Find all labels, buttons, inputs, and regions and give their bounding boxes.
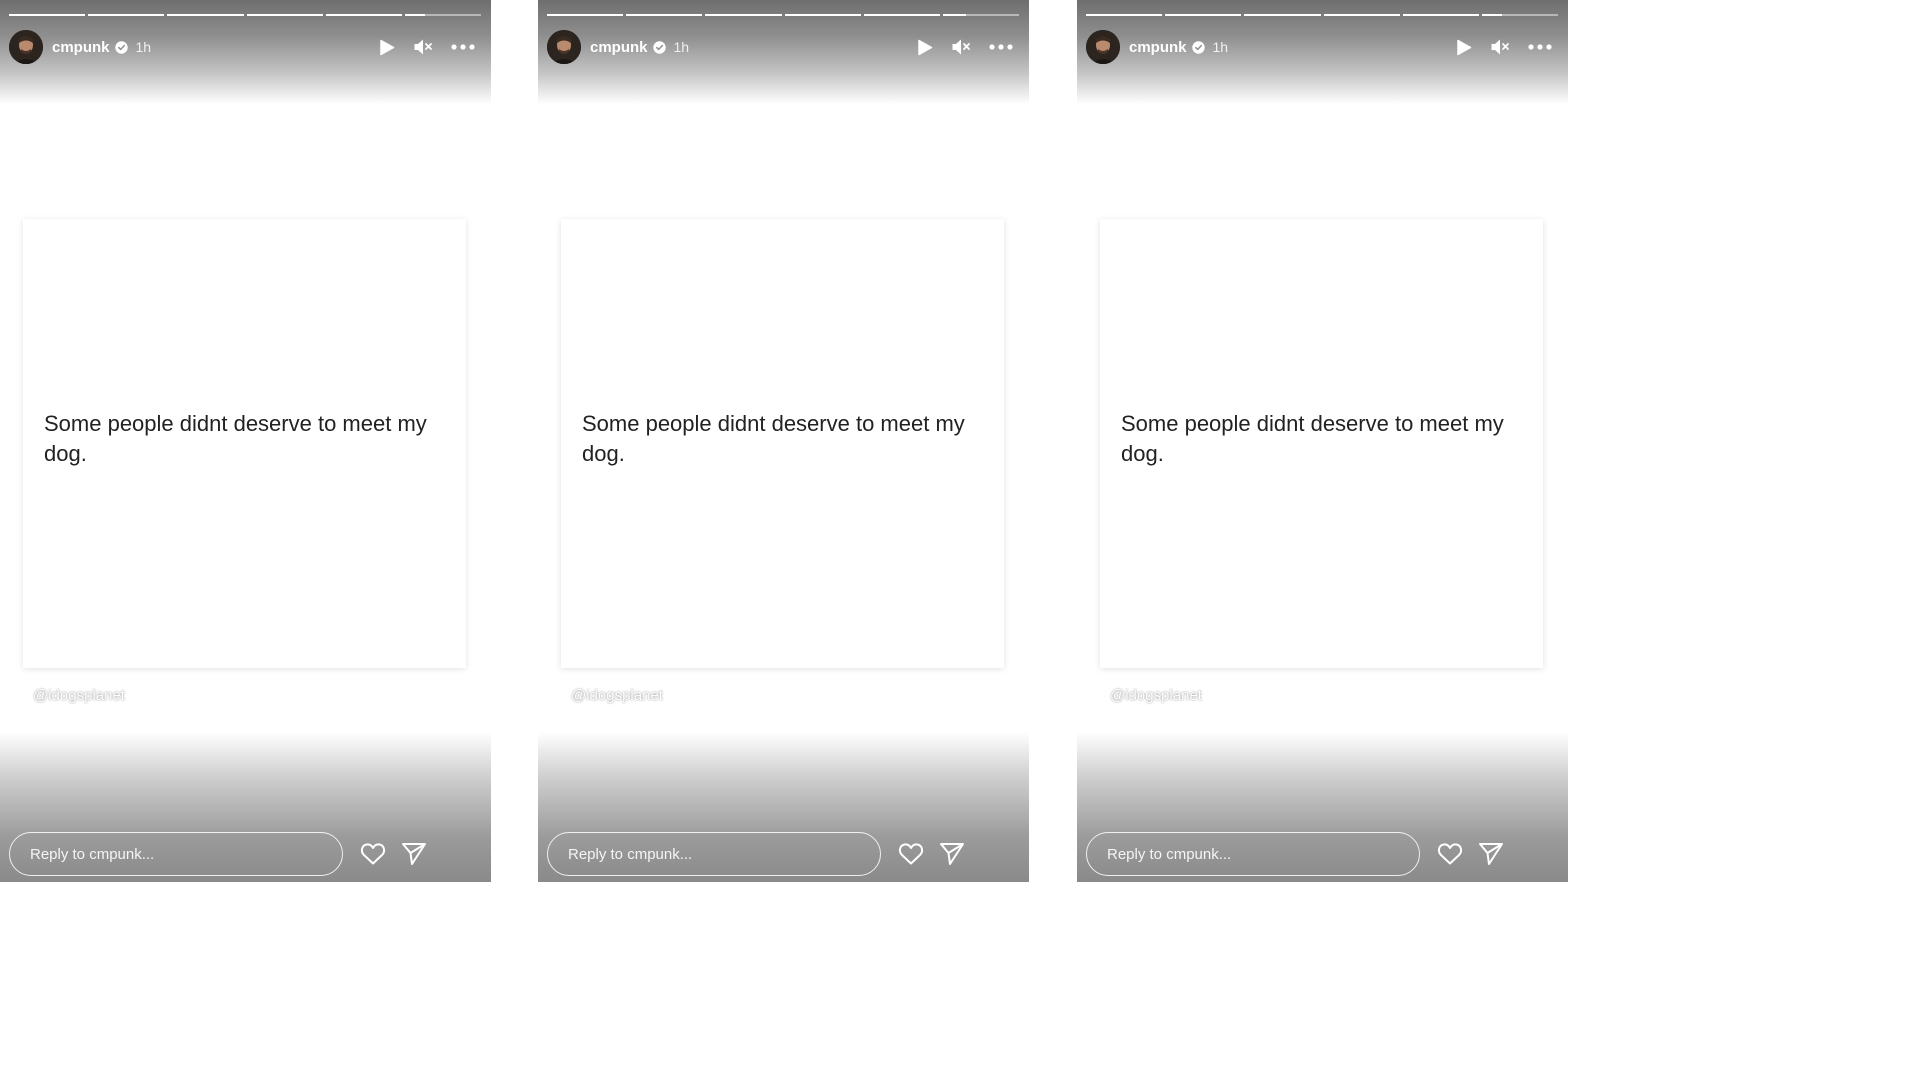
avatar[interactable] [9, 30, 43, 64]
reply-bar [1086, 831, 1558, 877]
post-card: Some people didnt deserve to meet my dog… [23, 219, 466, 668]
muted-speaker-icon[interactable] [951, 38, 971, 56]
verified-badge-icon [652, 40, 666, 54]
send-icon[interactable] [939, 842, 965, 866]
avatar[interactable] [1086, 30, 1120, 64]
username[interactable]: cmpunk [52, 39, 110, 56]
reply-bar [9, 831, 481, 877]
progress-segment [88, 14, 165, 16]
story-header: cmpunk 1h [547, 30, 1013, 64]
heart-icon[interactable] [898, 842, 924, 866]
post-time: 1h [673, 39, 690, 55]
send-icon[interactable] [1478, 842, 1504, 866]
reply-bar [547, 831, 1019, 877]
post-text: Some people didnt deserve to meet my dog… [1121, 411, 1504, 466]
progress-segment [705, 14, 782, 16]
post-card: Some people didnt deserve to meet my dog… [561, 219, 1004, 668]
verified-badge-icon [114, 40, 128, 54]
story-panel-2[interactable]: cmpunk 1h Some people didnt deserve to m… [538, 0, 1029, 882]
reply-input[interactable] [9, 832, 343, 876]
send-icon[interactable] [401, 842, 427, 866]
more-options-icon[interactable] [989, 44, 1013, 50]
post-card: Some people didnt deserve to meet my dog… [1100, 219, 1543, 668]
story-progress-bar [1086, 14, 1559, 16]
progress-segment [9, 14, 86, 16]
progress-segment [547, 14, 624, 16]
progress-segment [404, 14, 482, 16]
progress-segment [246, 14, 323, 16]
post-time: 1h [135, 39, 152, 55]
watermark-handle: @idogsplanet [33, 687, 125, 704]
progress-segment [1402, 14, 1479, 16]
progress-segment [1244, 14, 1321, 16]
progress-segment [1323, 14, 1400, 16]
username[interactable]: cmpunk [590, 39, 648, 56]
story-header: cmpunk 1h [1086, 30, 1552, 64]
play-icon[interactable] [917, 39, 933, 56]
watermark-handle: @idogsplanet [1110, 687, 1202, 704]
progress-segment [167, 14, 244, 16]
reply-input[interactable] [1086, 832, 1420, 876]
username[interactable]: cmpunk [1129, 39, 1187, 56]
progress-segment [325, 14, 402, 16]
progress-segment [863, 14, 940, 16]
reply-input[interactable] [547, 832, 881, 876]
watermark-handle: @idogsplanet [571, 687, 663, 704]
story-progress-bar [547, 14, 1020, 16]
play-icon[interactable] [1456, 39, 1472, 56]
story-panel-1[interactable]: cmpunk 1h Some people didnt deserve to m… [0, 0, 491, 882]
verified-badge-icon [1191, 40, 1205, 54]
story-header: cmpunk 1h [9, 30, 475, 64]
progress-segment [1086, 14, 1163, 16]
progress-segment [1481, 14, 1559, 16]
more-options-icon[interactable] [451, 44, 475, 50]
play-icon[interactable] [379, 39, 395, 56]
story-progress-bar [9, 14, 482, 16]
post-time: 1h [1212, 39, 1229, 55]
post-text: Some people didnt deserve to meet my dog… [582, 411, 965, 466]
avatar[interactable] [547, 30, 581, 64]
progress-segment [626, 14, 703, 16]
post-text: Some people didnt deserve to meet my dog… [44, 411, 427, 466]
heart-icon[interactable] [1437, 842, 1463, 866]
progress-segment [942, 14, 1020, 16]
heart-icon[interactable] [360, 842, 386, 866]
muted-speaker-icon[interactable] [1490, 38, 1510, 56]
progress-segment [784, 14, 861, 16]
more-options-icon[interactable] [1528, 44, 1552, 50]
progress-segment [1165, 14, 1242, 16]
muted-speaker-icon[interactable] [413, 38, 433, 56]
story-panel-3[interactable]: cmpunk 1h Some people didnt deserve to m… [1077, 0, 1568, 882]
